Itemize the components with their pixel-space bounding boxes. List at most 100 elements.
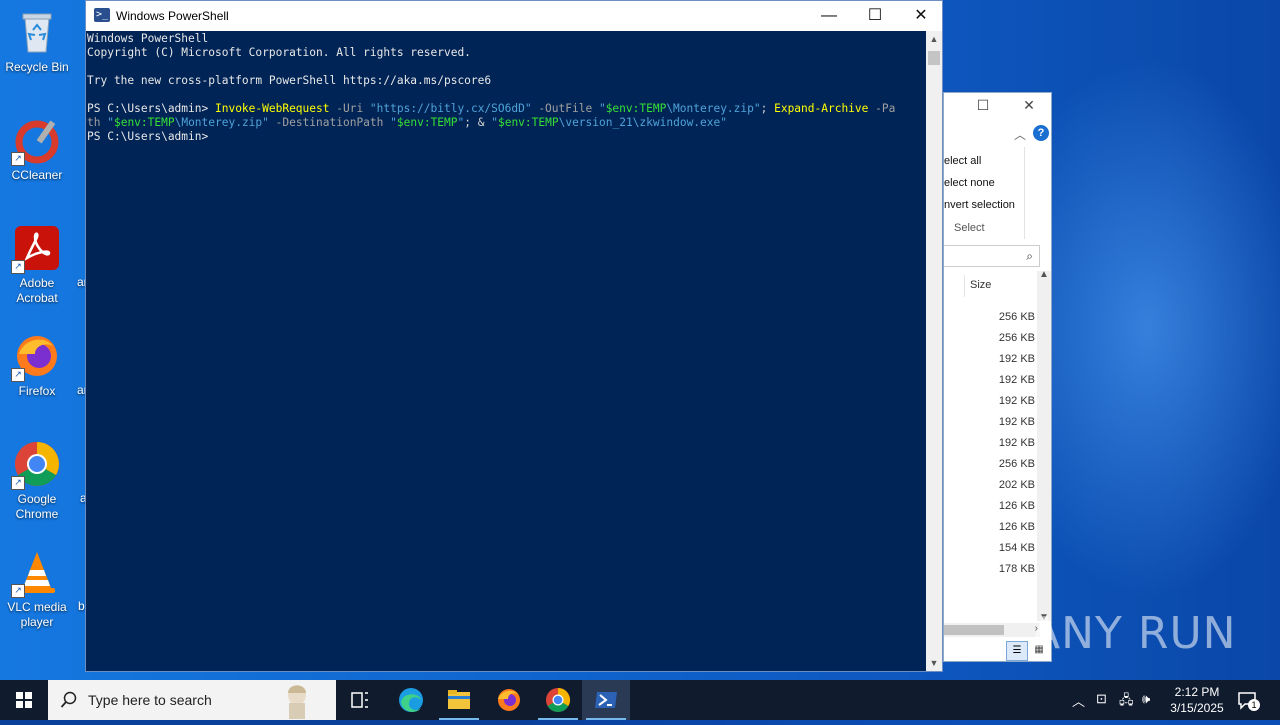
task-view-button[interactable] [336, 680, 384, 720]
variable: $env:TEMP [396, 116, 458, 129]
select-all-button[interactable]: elect all [944, 155, 981, 167]
taskbar-search-box[interactable]: Type here to search [48, 680, 336, 720]
chrome-icon [546, 688, 571, 713]
clock-date: 3/15/2025 [1170, 701, 1224, 715]
file-size-cell[interactable]: 256 KB [975, 332, 1035, 344]
variable: $env:TEMP [113, 116, 175, 129]
clock[interactable]: 2:12 PM 3/15/2025 [1162, 684, 1232, 716]
ccleaner-icon: ↗ [11, 116, 61, 166]
chrome-icon: ↗ [11, 440, 61, 490]
file-size-cell[interactable]: 192 KB [975, 374, 1035, 386]
recycle-bin-icon [13, 8, 61, 56]
scroll-thumb[interactable] [928, 51, 940, 65]
taskbar-chrome[interactable] [534, 680, 582, 720]
file-size-cell[interactable]: 192 KB [975, 353, 1035, 365]
desktop-icon-label-partial: b [78, 599, 85, 613]
collapse-ribbon-icon[interactable]: ︿ [1014, 126, 1026, 143]
notification-center-button[interactable]: 1 [1236, 689, 1260, 711]
taskbar-edge[interactable] [387, 680, 435, 720]
parameter: -DestinationPath [268, 116, 391, 129]
powershell-titlebar[interactable]: >_ Windows PowerShell — ☐ ✕ [86, 1, 942, 31]
vertical-scrollbar[interactable]: ▲ ▼ [1037, 269, 1051, 623]
invert-selection-button[interactable]: nvert selection [944, 199, 1015, 211]
parameter: -Pa [868, 102, 896, 115]
details-view-icon[interactable]: ☰ [1006, 641, 1028, 661]
edge-icon [399, 688, 423, 712]
file-size-cell[interactable]: 126 KB [975, 521, 1035, 533]
string-literal: \version_21\zkwindow.exe" [558, 116, 727, 129]
desktop-icon-label: Recycle Bin [5, 60, 69, 74]
desktop-icon-label: Adobe Acrobat [16, 276, 58, 305]
file-size-cell[interactable]: 192 KB [975, 416, 1035, 428]
file-size-cell[interactable]: 192 KB [975, 437, 1035, 449]
desktop-icon-ccleaner[interactable]: ↗ CCleaner [0, 116, 74, 183]
scroll-up-icon[interactable]: ▲ [1039, 269, 1049, 280]
console-prompt: PS C:\Users\admin> [87, 130, 209, 143]
start-button[interactable] [0, 680, 48, 720]
desktop-icon-vlc[interactable]: ↗ VLC media player [0, 548, 74, 630]
desktop-icon-label: Firefox [18, 384, 56, 398]
cmdlet: Invoke-WebRequest [214, 102, 330, 115]
vertical-scrollbar[interactable]: ▲ ▼ [926, 31, 942, 671]
taskbar-powershell[interactable] [582, 680, 630, 720]
taskbar-file-explorer[interactable] [435, 680, 483, 720]
explorer-titlebar[interactable]: ☐ ✕ [944, 93, 1051, 123]
help-icon[interactable]: ? [1033, 125, 1049, 141]
powershell-icon: >_ [94, 8, 110, 22]
close-button[interactable]: ✕ [1017, 97, 1041, 114]
taskbar-firefox[interactable] [485, 680, 533, 720]
desktop-icon-firefox[interactable]: ↗ Firefox [0, 332, 74, 399]
file-size-cell[interactable]: 178 KB [975, 563, 1035, 575]
window-title: Windows PowerShell [116, 9, 229, 23]
network-monitor-icon[interactable]: ⊡ [1096, 691, 1107, 707]
maximize-button[interactable]: ☐ [971, 97, 995, 114]
file-size-cell[interactable]: 154 KB [975, 542, 1035, 554]
ribbon-group-label: Select [954, 222, 985, 234]
firefox-icon: ↗ [11, 332, 61, 382]
volume-icon[interactable]: 🕪 [1142, 691, 1150, 707]
size-column-header[interactable]: Size [970, 279, 991, 291]
horizontal-scrollbar[interactable]: › [944, 623, 1040, 637]
console-line: Copyright (C) Microsoft Corporation. All… [87, 46, 471, 59]
string-literal: " [107, 116, 114, 129]
file-size-cell[interactable]: 126 KB [975, 500, 1035, 512]
string-literal: " [491, 116, 498, 129]
string-literal: \Monterey.zip" [174, 116, 269, 129]
powershell-window[interactable]: >_ Windows PowerShell — ☐ ✕ Windows Powe… [85, 0, 943, 672]
operator: ; [760, 102, 775, 115]
parameter: -OutFile [531, 102, 599, 115]
desktop-icon-recycle-bin[interactable]: Recycle Bin [0, 8, 74, 75]
console-output[interactable]: Windows PowerShell Copyright (C) Microso… [86, 31, 926, 671]
search-placeholder: Type here to search [88, 692, 212, 708]
string-literal: " [390, 116, 397, 129]
file-explorer-window[interactable]: ☐ ✕ ︿ ? elect all elect none nvert selec… [943, 92, 1052, 662]
file-size-cell[interactable]: 192 KB [975, 395, 1035, 407]
network-icon[interactable]: 🖧 [1119, 691, 1134, 713]
string-literal: \Monterey.zip" [666, 102, 761, 115]
folder-icon [448, 690, 470, 709]
scroll-up-icon[interactable]: ▲ [926, 34, 942, 44]
search-icon [60, 691, 77, 708]
select-none-button[interactable]: elect none [944, 177, 995, 189]
minimize-button[interactable]: — [806, 1, 852, 31]
file-size-cell[interactable]: 256 KB [975, 458, 1035, 470]
close-button[interactable]: ✕ [898, 1, 944, 31]
taskbar: Type here to search ︿ ⊡ 🖧 🕪 2:12 PM 3/15… [0, 680, 1280, 720]
string-literal: " [598, 102, 606, 115]
parameter: -Uri [329, 102, 370, 115]
shortcut-arrow-icon: ↗ [11, 152, 25, 166]
search-input[interactable]: ⌕ [944, 245, 1040, 267]
desktop-icon-adobe-acrobat[interactable]: ↗ Adobe Acrobat [0, 224, 74, 306]
desktop-icon-google-chrome[interactable]: ↗ Google Chrome [0, 440, 74, 522]
file-size-cell[interactable]: 202 KB [975, 479, 1035, 491]
show-hidden-icons-icon[interactable]: ︿ [1072, 691, 1085, 710]
clock-time: 2:12 PM [1174, 685, 1220, 699]
desktop-icon-label: Google Chrome [15, 492, 59, 521]
search-icon: ⌕ [1026, 249, 1033, 263]
anyrun-watermark: ANY RUN [1030, 608, 1237, 659]
maximize-button[interactable]: ☐ [852, 1, 898, 31]
console-line: Windows PowerShell [87, 32, 209, 45]
scroll-down-icon[interactable]: ▼ [926, 658, 942, 668]
file-size-cell[interactable]: 256 KB [975, 311, 1035, 323]
shortcut-arrow-icon: ↗ [11, 476, 25, 490]
